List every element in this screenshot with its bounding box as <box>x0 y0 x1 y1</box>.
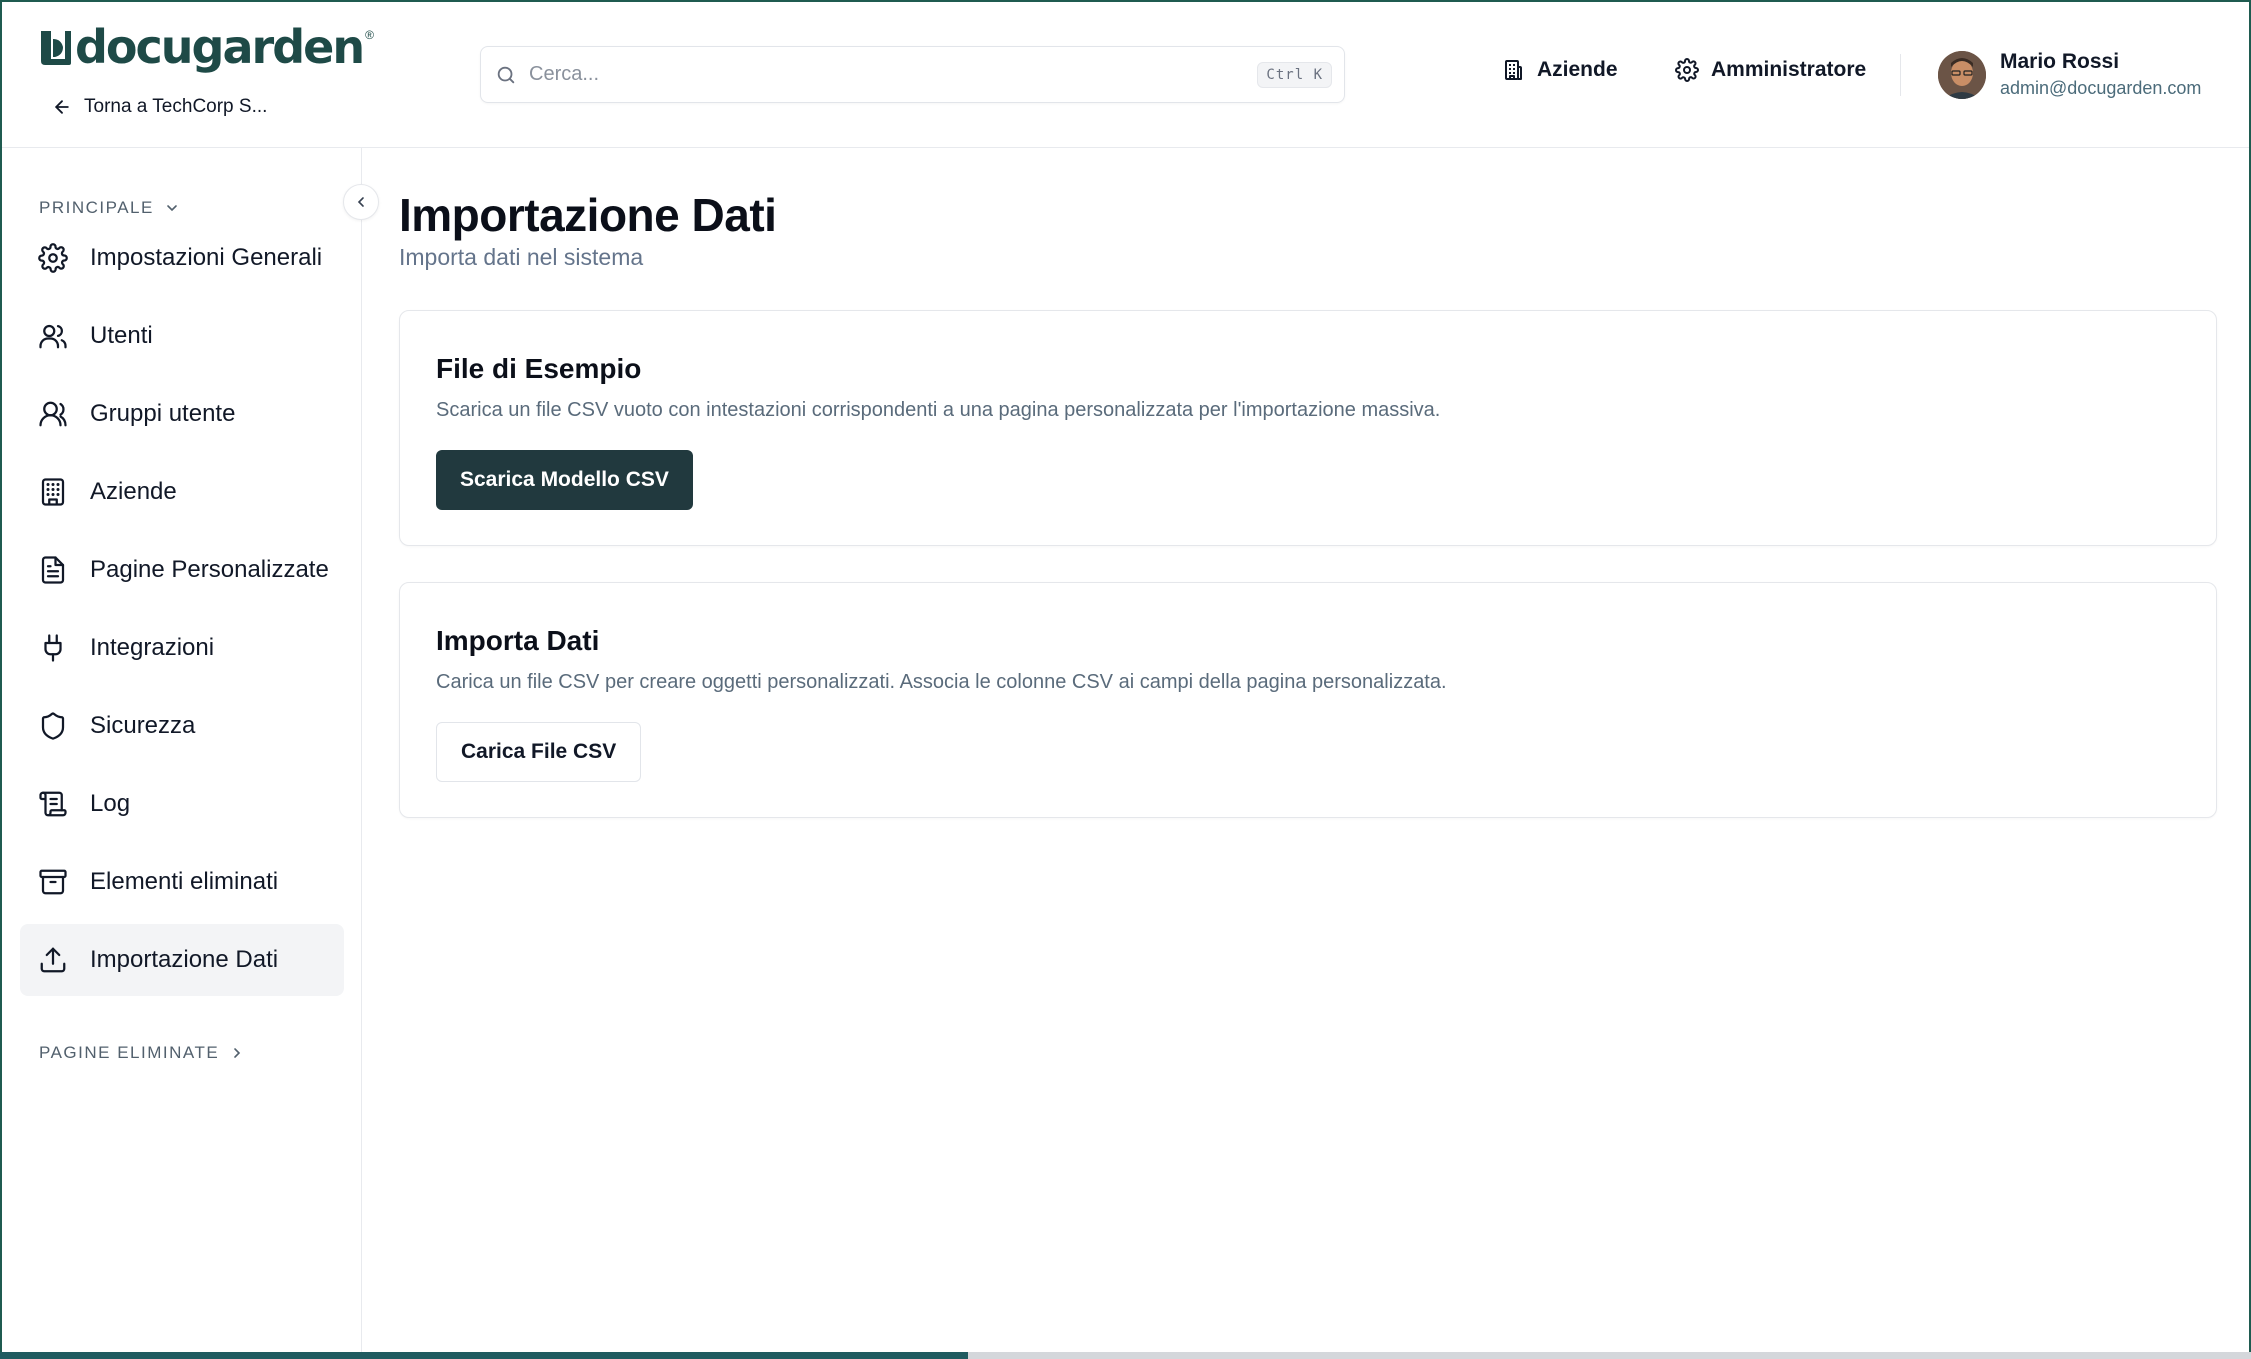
user-group-icon <box>39 401 67 427</box>
search-box[interactable]: Ctrl K <box>480 46 1345 103</box>
search-icon <box>497 66 515 83</box>
document-icon <box>41 556 65 584</box>
sidebar-item-label: Log <box>90 790 131 817</box>
section-principale-label: PRINCIPALE <box>39 198 154 217</box>
building-icon <box>1505 60 1522 80</box>
sidebar-item-integrazioni[interactable]: Integrazioni <box>20 612 344 684</box>
chevron-right-icon <box>234 1048 241 1058</box>
card-import-data-description: Carica un file CSV per creare oggetti pe… <box>436 671 1447 693</box>
user-menu[interactable]: Mario Rossi admin@docugarden.com <box>1938 50 2201 99</box>
plug-icon <box>44 634 62 662</box>
top-header: docugarden ® Torna a TechCorp S... Ctrl … <box>2 2 2249 148</box>
sidebar-nav: Impostazioni Generali Utenti Gruppi uten… <box>20 222 344 1002</box>
shield-icon <box>41 712 65 740</box>
app-window: docugarden ® Torna a TechCorp S... Ctrl … <box>0 0 2251 1359</box>
card-import-data-title: Importa Dati <box>436 625 600 656</box>
users-icon <box>39 324 67 349</box>
sidebar-collapse-button[interactable] <box>343 184 379 220</box>
gear-icon <box>38 243 68 273</box>
user-name: Mario Rossi <box>2000 50 2120 73</box>
building-icon <box>41 478 65 506</box>
search-input[interactable] <box>529 63 1258 86</box>
card-import-data: Importa Dati Carica un file CSV per crea… <box>399 582 2217 818</box>
card-sample-file: File di Esempio Scarica un file CSV vuot… <box>399 310 2217 546</box>
sidebar-item-pagine-personalizzate[interactable]: Pagine Personalizzate <box>20 534 344 606</box>
upload-icon <box>40 947 66 973</box>
avatar <box>1938 50 1986 99</box>
sidebar-item-label: Importazione Dati <box>90 946 279 973</box>
sidebar-item-utenti[interactable]: Utenti <box>20 300 344 372</box>
sidebar-item-label: Integrazioni <box>90 634 215 661</box>
top-nav-amministratore-label: Amministratore <box>1711 58 1867 81</box>
back-link-label: Torna a TechCorp S... <box>84 96 268 117</box>
chevron-down-icon <box>167 205 177 212</box>
sidebar-item-aziende[interactable]: Aziende <box>20 456 344 528</box>
brand-name: docugarden <box>75 20 365 74</box>
arrow-left-icon <box>55 100 69 114</box>
logo-mark-icon <box>41 31 71 65</box>
avatar-portrait-icon <box>1938 50 1986 99</box>
download-csv-template-button[interactable]: Scarica Modello CSV <box>436 450 693 510</box>
sidebar-item-log[interactable]: Log <box>20 768 344 840</box>
loading-progress-fill <box>0 1352 968 1359</box>
sidebar-item-sicurezza[interactable]: Sicurezza <box>20 690 344 762</box>
archive-icon <box>39 869 67 895</box>
chevron-left-icon <box>357 197 364 207</box>
sidebar-item-importazione-dati[interactable]: Importazione Dati <box>20 924 344 996</box>
top-nav-aziende-label: Aziende <box>1537 58 1618 81</box>
sidebar-item-label: Gruppi utente <box>90 400 236 427</box>
sidebar-item-label: Utenti <box>90 322 153 349</box>
user-info: Mario Rossi admin@docugarden.com <box>2000 50 2201 99</box>
search-shortcut: Ctrl K <box>1257 61 1332 88</box>
top-nav-amministratore[interactable]: Amministratore <box>1675 58 1866 82</box>
scroll-icon <box>39 791 67 817</box>
page-title: Importazione Dati <box>399 189 777 241</box>
sidebar-item-label: Aziende <box>90 478 177 505</box>
section-principale[interactable]: PRINCIPALE <box>39 198 180 218</box>
sidebar-item-label: Pagine Personalizzate <box>90 556 329 583</box>
user-email: admin@docugarden.com <box>2000 78 2202 98</box>
card-sample-file-description: Scarica un file CSV vuoto con intestazio… <box>436 399 1441 421</box>
loading-progress-bar <box>0 1352 2251 1359</box>
upload-csv-file-button[interactable]: Carica File CSV <box>436 722 642 782</box>
sidebar: PRINCIPALE Impostazioni Generali Utenti <box>2 148 362 1359</box>
sidebar-item-elementi-eliminati[interactable]: Elementi eliminati <box>20 846 344 918</box>
header-divider <box>1900 54 1901 96</box>
logo[interactable]: docugarden ® <box>37 20 374 74</box>
top-nav-aziende[interactable]: Aziende <box>1501 58 1618 82</box>
sidebar-item-gruppi-utente[interactable]: Gruppi utente <box>20 378 344 450</box>
sidebar-item-impostazioni-generali[interactable]: Impostazioni Generali <box>20 222 344 294</box>
page-subtitle: Importa dati nel sistema <box>399 244 644 270</box>
registered-mark: ® <box>365 28 374 42</box>
sidebar-item-label: Impostazioni Generali <box>90 244 323 271</box>
gear-icon <box>1675 58 1699 82</box>
section-pagine-eliminate-label: PAGINE ELIMINATE <box>39 1043 220 1062</box>
card-sample-file-title: File di Esempio <box>436 353 642 384</box>
sidebar-item-label: Elementi eliminati <box>90 868 279 895</box>
sidebar-item-label: Sicurezza <box>90 712 196 739</box>
back-link[interactable]: Torna a TechCorp S... <box>52 96 267 118</box>
section-pagine-eliminate[interactable]: PAGINE ELIMINATE <box>39 1043 245 1063</box>
